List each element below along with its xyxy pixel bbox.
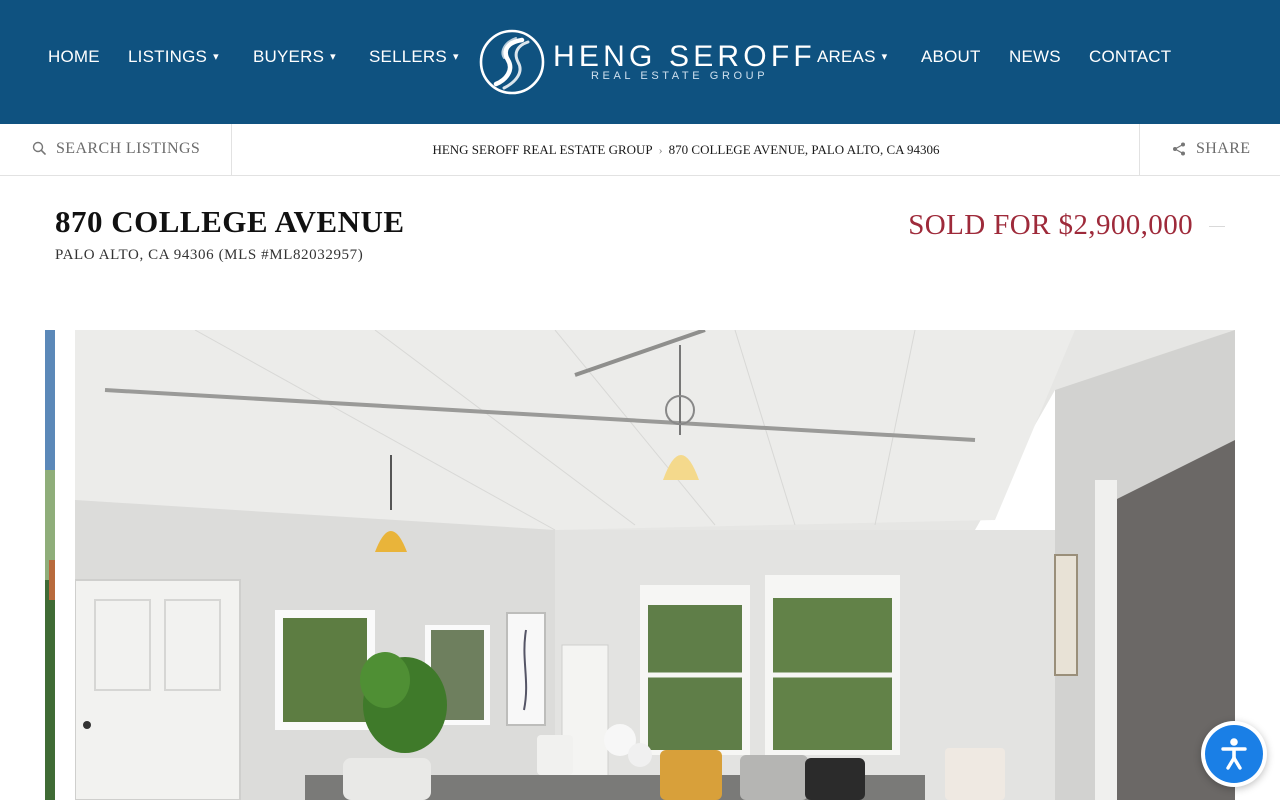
sold-price: SOLD FOR $2,900,000 [908, 209, 1193, 241]
site-logo[interactable]: HENG SEROFF REAL ESTATE GROUP [478, 26, 812, 98]
listing-toolbar: SEARCH LISTINGS HENG SEROFF REAL ESTATE … [0, 124, 1280, 176]
accessibility-icon [1221, 738, 1247, 770]
living-room-photo[interactable] [75, 330, 1235, 800]
chevron-down-icon: ▾ [881, 51, 888, 63]
listing-address: 870 COLLEGE AVENUE [55, 204, 405, 239]
logo-tagline: REAL ESTATE GROUP [591, 70, 769, 82]
breadcrumb-separator: › [658, 143, 663, 157]
accessibility-button[interactable] [1201, 721, 1267, 787]
logo-wordmark: HENG SEROFF [553, 40, 816, 73]
hs-monogram-icon [479, 29, 545, 95]
site-header: HOME LISTINGS ▾ BUYERS ▾ SELLERS ▾ HENG SER… [0, 0, 1280, 124]
nav-contact[interactable]: CONTACT [1089, 46, 1171, 68]
breadcrumb-home-link[interactable]: HENG SEROFF REAL ESTATE GROUP [432, 142, 652, 157]
search-listings-button[interactable]: SEARCH LISTINGS [0, 124, 232, 175]
nav-about[interactable]: ABOUT [921, 46, 981, 68]
nav-news-label: NEWS [1009, 47, 1061, 66]
nav-buyers[interactable]: BUYERS ▾ [253, 46, 336, 68]
chevron-down-icon: ▾ [213, 51, 219, 63]
nav-home[interactable]: HOME [48, 46, 100, 68]
nav-listings-label: LISTINGS [128, 47, 208, 66]
search-icon [32, 141, 46, 155]
nav-news[interactable]: NEWS [1009, 46, 1061, 68]
share-button[interactable]: SHARE [1139, 124, 1280, 175]
previous-slide-peek[interactable] [45, 330, 55, 800]
nav-buyers-label: BUYERS [253, 47, 325, 66]
chevron-down-icon: ▾ [330, 51, 336, 63]
price-divider [1209, 226, 1225, 227]
breadcrumb-current: 870 COLLEGE AVENUE, PALO ALTO, CA 94306 [668, 142, 940, 157]
nav-listings[interactable]: LISTINGS ▾ [128, 46, 219, 68]
share-icon [1173, 142, 1185, 156]
chevron-down-icon: ▾ [452, 51, 459, 63]
nav-sellers[interactable]: SELLERS ▾ [369, 46, 459, 68]
listing-location-mls: PALO ALTO, CA 94306 (MLS #ML82032957) [55, 247, 364, 263]
accessibility-button-fill [1205, 725, 1263, 783]
nav-areas[interactable]: AREAS ▾ [817, 46, 887, 68]
nav-about-label: ABOUT [921, 47, 981, 66]
search-listings-label: SEARCH LISTINGS [56, 140, 201, 157]
share-label: SHARE [1196, 140, 1251, 157]
breadcrumb: HENG SEROFF REAL ESTATE GROUP › 870 COLLEG… [232, 124, 1140, 175]
nav-sellers-label: SELLERS [369, 47, 447, 66]
photo-gallery[interactable] [45, 330, 1235, 800]
nav-home-label: HOME [48, 47, 100, 66]
nav-contact-label: CONTACT [1089, 47, 1172, 66]
nav-areas-label: AREAS [817, 47, 876, 66]
